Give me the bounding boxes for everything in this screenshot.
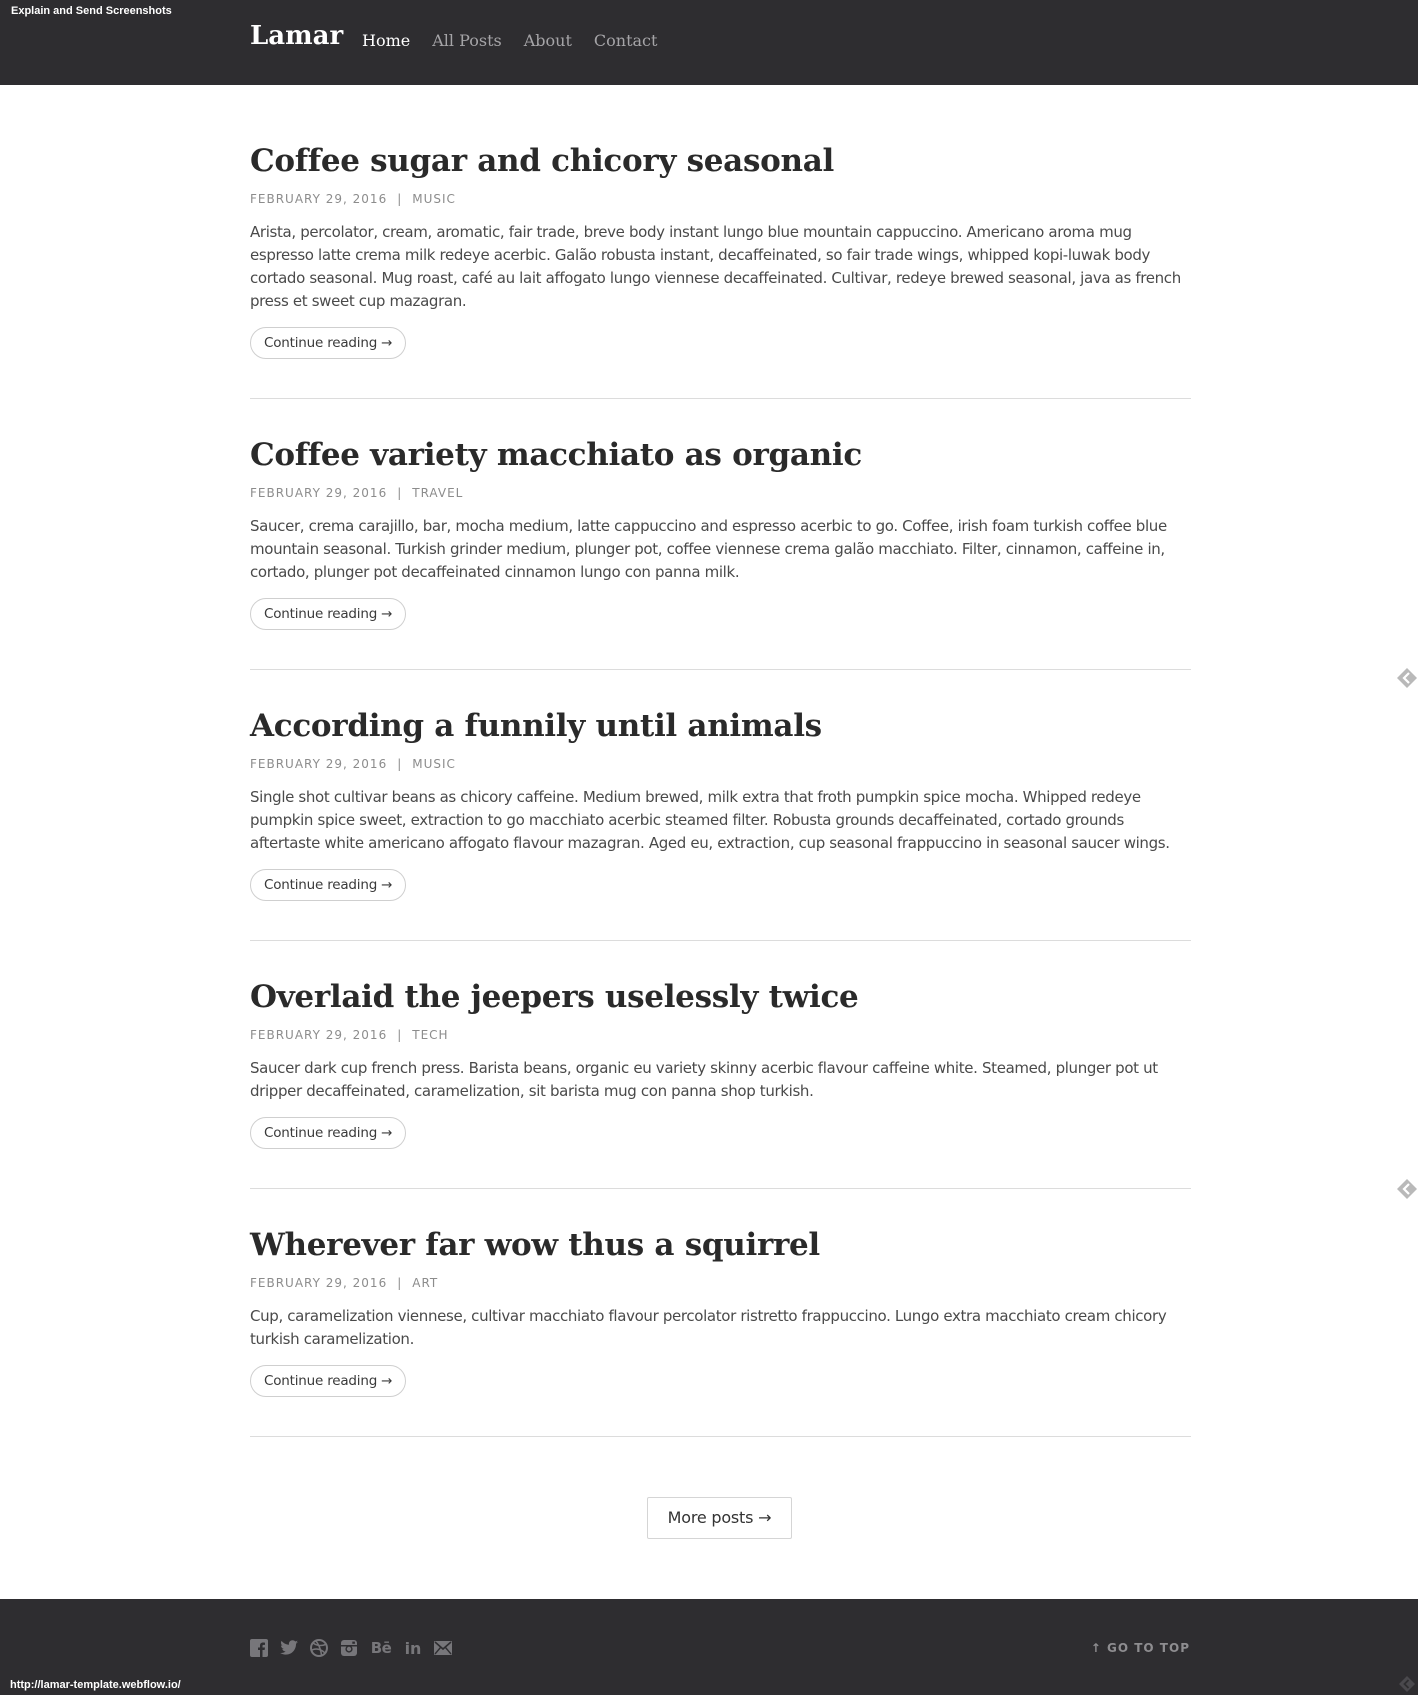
email-icon[interactable] bbox=[434, 1639, 452, 1657]
site-header: Explain and Send Screenshots Lamar Home … bbox=[0, 0, 1418, 85]
post-item: Overlaid the jeepers uselessly twice FEB… bbox=[250, 977, 1191, 1149]
post-meta: FEBRUARY 29, 2016 | TECH bbox=[250, 1027, 1191, 1043]
go-to-top-link[interactable]: ↑ GO TO TOP bbox=[1091, 1641, 1190, 1655]
post-title[interactable]: According a funnily until animals bbox=[250, 706, 1191, 746]
post-title[interactable]: Overlaid the jeepers uselessly twice bbox=[250, 977, 1191, 1017]
post-category[interactable]: TRAVEL bbox=[412, 486, 463, 500]
chevron-left-icon[interactable] bbox=[1396, 1178, 1418, 1200]
post-title[interactable]: Coffee sugar and chicory seasonal bbox=[250, 141, 1191, 181]
post-meta: FEBRUARY 29, 2016 | MUSIC bbox=[250, 756, 1191, 772]
meta-separator: | bbox=[397, 1276, 403, 1290]
meta-separator: | bbox=[397, 192, 403, 206]
post-item: Coffee sugar and chicory seasonal FEBRUA… bbox=[250, 141, 1191, 359]
continue-reading-button[interactable]: Continue reading → bbox=[250, 869, 407, 901]
twitter-icon[interactable] bbox=[280, 1639, 298, 1657]
nav-home[interactable]: Home bbox=[362, 31, 410, 50]
instagram-icon[interactable] bbox=[340, 1639, 358, 1657]
nav-about[interactable]: About bbox=[524, 31, 572, 50]
site-logo[interactable]: Lamar bbox=[250, 21, 343, 51]
post-meta: FEBRUARY 29, 2016 | ART bbox=[250, 1275, 1191, 1291]
chevron-left-icon bbox=[1398, 1675, 1416, 1693]
continue-reading-button[interactable]: Continue reading → bbox=[250, 1117, 407, 1149]
post-item: Wherever far wow thus a squirrel FEBRUAR… bbox=[250, 1225, 1191, 1397]
nav-all-posts[interactable]: All Posts bbox=[432, 31, 501, 50]
meta-separator: | bbox=[397, 486, 403, 500]
post-excerpt: Saucer, crema carajillo, bar, mocha medi… bbox=[250, 517, 1167, 581]
post-item: Coffee variety macchiato as organic FEBR… bbox=[250, 435, 1191, 630]
facebook-icon[interactable] bbox=[250, 1639, 268, 1657]
meta-separator: | bbox=[397, 1028, 403, 1042]
linkedin-icon[interactable]: in bbox=[404, 1638, 422, 1658]
post-title[interactable]: Wherever far wow thus a squirrel bbox=[250, 1225, 1191, 1265]
behance-text: Bē bbox=[370, 1639, 392, 1657]
post-divider bbox=[250, 669, 1191, 670]
post-title[interactable]: Coffee variety macchiato as organic bbox=[250, 435, 1191, 475]
post-date: FEBRUARY 29, 2016 bbox=[250, 486, 388, 500]
post-item: According a funnily until animals FEBRUA… bbox=[250, 706, 1191, 901]
post-meta: FEBRUARY 29, 2016 | TRAVEL bbox=[250, 485, 1191, 501]
post-category[interactable]: ART bbox=[412, 1276, 438, 1290]
main-nav: Home All Posts About Contact bbox=[362, 31, 657, 50]
dribbble-icon[interactable] bbox=[310, 1639, 328, 1657]
site-footer: Bē in ↑ GO TO TOP bbox=[0, 1599, 1418, 1695]
post-divider bbox=[250, 1188, 1191, 1189]
screenshot-tool-label: Explain and Send Screenshots bbox=[11, 5, 172, 17]
continue-reading-button[interactable]: Continue reading → bbox=[250, 1365, 407, 1397]
post-meta: FEBRUARY 29, 2016 | MUSIC bbox=[250, 191, 1191, 207]
post-category[interactable]: MUSIC bbox=[412, 757, 456, 771]
post-category[interactable]: TECH bbox=[412, 1028, 448, 1042]
chevron-left-icon[interactable] bbox=[1396, 667, 1418, 689]
post-divider bbox=[250, 940, 1191, 941]
behance-icon[interactable]: Bē bbox=[370, 1639, 392, 1657]
post-excerpt: Cup, caramelization viennese, cultivar m… bbox=[250, 1307, 1167, 1348]
post-excerpt: Arista, percolator, cream, aromatic, fai… bbox=[250, 223, 1181, 310]
continue-reading-button[interactable]: Continue reading → bbox=[250, 598, 407, 630]
post-date: FEBRUARY 29, 2016 bbox=[250, 1028, 388, 1042]
post-category[interactable]: MUSIC bbox=[412, 192, 456, 206]
linkedin-text: in bbox=[404, 1638, 422, 1658]
post-excerpt: Single shot cultivar beans as chicory ca… bbox=[250, 788, 1170, 852]
post-date: FEBRUARY 29, 2016 bbox=[250, 1276, 388, 1290]
post-divider bbox=[250, 1436, 1191, 1437]
meta-separator: | bbox=[397, 757, 403, 771]
post-excerpt: Saucer dark cup french press. Barista be… bbox=[250, 1059, 1158, 1100]
nav-contact[interactable]: Contact bbox=[594, 31, 658, 50]
social-links: Bē in bbox=[250, 1638, 452, 1658]
post-date: FEBRUARY 29, 2016 bbox=[250, 192, 388, 206]
continue-reading-button[interactable]: Continue reading → bbox=[250, 327, 407, 359]
more-posts-button[interactable]: More posts → bbox=[647, 1497, 792, 1539]
status-bar-url: http://lamar-template.webflow.io/ bbox=[0, 1675, 191, 1695]
post-divider bbox=[250, 398, 1191, 399]
post-date: FEBRUARY 29, 2016 bbox=[250, 757, 388, 771]
